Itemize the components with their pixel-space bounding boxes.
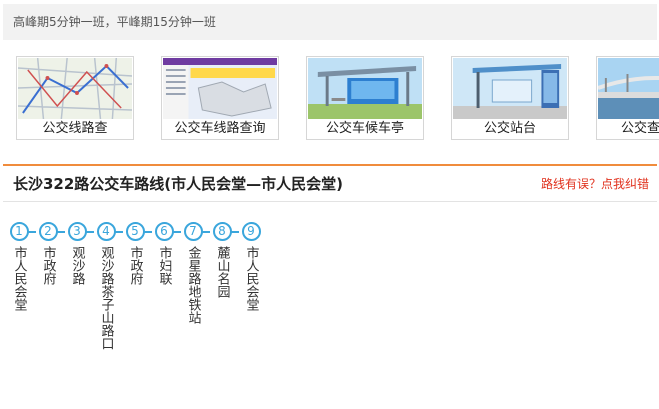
stop-number-badge: 6	[154, 222, 174, 241]
stop-number-badge: 9	[241, 222, 261, 241]
stop-name: 市人民会堂	[11, 246, 27, 311]
stop-number-badge: 1	[9, 222, 29, 241]
stop-number-badge: 8	[212, 222, 232, 241]
stop-name: 金星路地铁站	[185, 246, 201, 324]
thumbnail-route-query[interactable]: 公交车线路查询	[161, 56, 279, 140]
thumbnail-bridge[interactable]: 公交查	[596, 56, 659, 140]
stop-name: 市政府	[127, 246, 143, 285]
stop-name: 麓山名园	[214, 246, 230, 298]
stop-number-badge: 3	[67, 222, 87, 241]
stop-number-badge: 5	[125, 222, 145, 241]
stop-name: 观沙路茶子山路口	[98, 246, 114, 350]
stop-name: 市政府	[40, 246, 56, 285]
stop-item[interactable]: 4 观沙路茶子山路口	[96, 222, 116, 350]
stop-number-badge: 4	[96, 222, 116, 241]
stop-item[interactable]: 5 市政府	[125, 222, 145, 285]
thumbnail-bus-stop[interactable]: 公交站台	[451, 56, 569, 140]
stop-item[interactable]: 7 金星路地铁站	[183, 222, 203, 324]
bridge-thumbnail-icon	[598, 58, 659, 120]
thumbnail-label: 公交查	[597, 119, 659, 139]
route-title: 长沙322路公交车路线(市人民会堂—市人民会堂)	[13, 175, 344, 193]
thumbnail-label: 公交车线路查询	[162, 119, 278, 139]
schedule-notice: 高峰期5分钟一班，平峰期15分钟一班	[3, 4, 657, 40]
stop-item[interactable]: 6 市妇联	[154, 222, 174, 285]
thumbnail-bus-shelter[interactable]: 公交车候车亭	[306, 56, 424, 140]
stop-name: 市妇联	[156, 246, 172, 285]
stop-item[interactable]: 8 麓山名园	[212, 222, 232, 298]
stop-item[interactable]: 9 市人民会堂	[241, 222, 261, 311]
related-links-strip: 公交线路查 公交车线路查询 公交车候车亭 公交站台 公交查	[0, 56, 659, 144]
stop-name: 观沙路	[69, 246, 85, 285]
stop-number-badge: 7	[183, 222, 203, 241]
stop-number-badge: 2	[38, 222, 58, 241]
software-thumbnail-icon	[163, 58, 277, 120]
bus-stop-thumbnail-icon	[453, 58, 567, 120]
stop-item[interactable]: 2 市政府	[38, 222, 58, 285]
thumbnail-label: 公交线路查	[17, 119, 133, 139]
stop-item[interactable]: 1 市人民会堂	[9, 222, 29, 311]
thumbnail-route-map[interactable]: 公交线路查	[16, 56, 134, 140]
stop-name: 市人民会堂	[243, 246, 259, 311]
thumbnail-label: 公交车候车亭	[307, 119, 423, 139]
route-header: 长沙322路公交车路线(市人民会堂—市人民会堂) 路线有误？点我纠错	[3, 164, 657, 202]
bus-shelter-thumbnail-icon	[308, 58, 422, 120]
stop-item[interactable]: 3 观沙路	[67, 222, 87, 285]
map-thumbnail-icon	[18, 58, 132, 120]
report-error-link[interactable]: 路线有误？点我纠错	[541, 166, 649, 202]
thumbnail-label: 公交站台	[452, 119, 568, 139]
stop-list: 1 市人民会堂 2 市政府 3 观沙路 4 观沙路茶子山路口 5 市政府 6 市…	[0, 222, 659, 402]
